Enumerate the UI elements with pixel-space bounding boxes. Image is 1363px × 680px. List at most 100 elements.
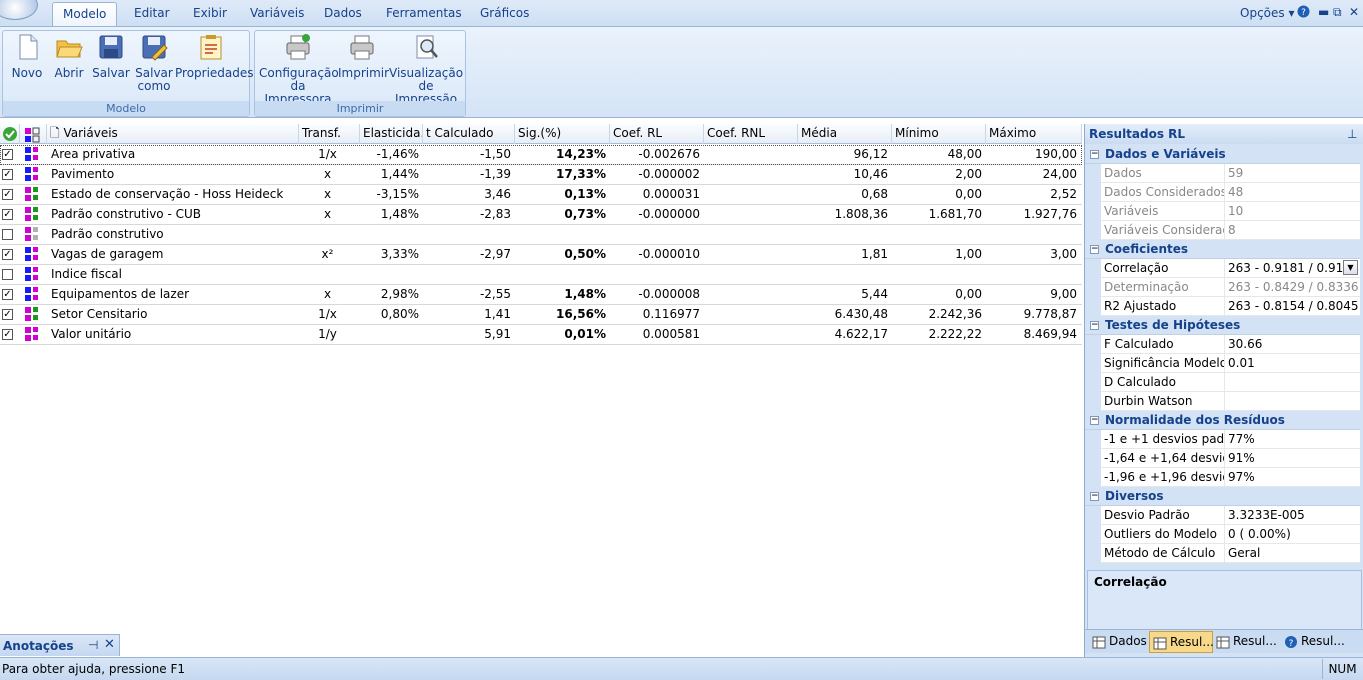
collapse-icon[interactable]: − bbox=[1090, 245, 1099, 254]
cell-min: 2.242,36 bbox=[928, 307, 982, 321]
properties-button[interactable]: Propriedades bbox=[175, 33, 254, 80]
results-tab-0[interactable]: Dados bbox=[1089, 631, 1149, 653]
property-row[interactable]: R2 Ajustado 263 - 0.8154 / 0.8045 bbox=[1101, 297, 1360, 316]
row-checkbox[interactable] bbox=[2, 269, 13, 280]
menu-tab-2[interactable]: Exibir bbox=[183, 2, 237, 26]
pin-icon[interactable]: ⊣ bbox=[88, 638, 98, 652]
print-button[interactable]: Imprimir bbox=[338, 33, 389, 80]
save-button[interactable]: Salvar bbox=[91, 33, 131, 80]
header-maximo[interactable]: Máximo bbox=[986, 124, 1082, 144]
property-row[interactable]: Durbin Watson bbox=[1101, 392, 1360, 411]
pin-icon[interactable]: ⊥ bbox=[1347, 124, 1357, 144]
property-row[interactable]: Determinação 263 - 0.8429 / 0.8336 bbox=[1101, 278, 1360, 297]
collapse-icon[interactable]: − bbox=[1090, 416, 1099, 425]
header-sig[interactable]: Sig.(%) bbox=[515, 124, 610, 144]
row-checkbox[interactable]: ✓ bbox=[2, 249, 13, 260]
results-icon bbox=[1216, 635, 1230, 649]
results-section-header[interactable]: − Diversos bbox=[1085, 487, 1360, 506]
dropdown-arrow-icon[interactable]: ▼ bbox=[1343, 260, 1358, 275]
results-section-header[interactable]: − Coeficientes bbox=[1085, 240, 1360, 259]
menu-tab-1[interactable]: Editar bbox=[124, 2, 180, 26]
header-transf[interactable]: Transf. bbox=[299, 124, 360, 144]
printer-setup-button[interactable]: Configuração da Impressora bbox=[259, 33, 339, 106]
results-tab-2[interactable]: Resul... bbox=[1213, 631, 1281, 653]
table-row[interactable]: ✓ Area privativa 1/x -1,46% -1,50 14,23% -0.00… bbox=[0, 145, 1082, 165]
menu-tab-4[interactable]: Dados bbox=[314, 2, 372, 26]
header-minimo[interactable]: Mínimo bbox=[892, 124, 986, 144]
cell-media bbox=[798, 225, 888, 244]
menu-tab-0[interactable]: Modelo bbox=[52, 2, 118, 26]
restore-icon[interactable]: ⧉ bbox=[1333, 5, 1342, 20]
row-checkbox[interactable]: ✓ bbox=[2, 149, 13, 160]
menu-tab-6[interactable]: Gráficos bbox=[470, 2, 539, 26]
collapse-icon[interactable]: − bbox=[1090, 321, 1099, 330]
property-row[interactable]: Dados Considerados 48 bbox=[1101, 183, 1360, 202]
results-section-header[interactable]: − Dados e Variáveis bbox=[1085, 145, 1360, 164]
table-row[interactable]: Padrão construtivo bbox=[0, 225, 1082, 245]
property-row[interactable]: F Calculado 30.66 bbox=[1101, 335, 1360, 354]
results-tab-3[interactable]: ? Resul... bbox=[1281, 631, 1351, 653]
cell-sig: 0,01% bbox=[564, 327, 606, 341]
header-coef-rnl[interactable]: Coef. RNL bbox=[704, 124, 798, 144]
row-checkbox[interactable]: ✓ bbox=[2, 209, 13, 220]
new-button[interactable]: Novo bbox=[9, 33, 45, 80]
results-section-header[interactable]: − Normalidade dos Resíduos bbox=[1085, 411, 1360, 430]
property-row[interactable]: Outliers do Modelo 0 ( 0.00%) bbox=[1101, 525, 1360, 544]
minimize-icon[interactable]: ▬ bbox=[1318, 5, 1329, 19]
cell-tcalc: 3,46 bbox=[484, 187, 511, 201]
save-as-button[interactable]: Salvar como bbox=[134, 33, 174, 93]
header-variaveis[interactable]: 🗋 Variáveis bbox=[47, 124, 299, 144]
header-t-calculado[interactable]: t Calculado bbox=[423, 124, 515, 144]
table-row[interactable]: ✓ Equipamentos de lazer x 2,98% -2,55 1,48% -0… bbox=[0, 285, 1082, 305]
close-icon[interactable]: ✕ bbox=[104, 637, 115, 652]
table-row[interactable]: ✓ Pavimento x 1,44% -1,39 17,33% -0.000002 10,4… bbox=[0, 165, 1082, 185]
annotations-panel-tab[interactable]: Anotações ⊣ ✕ bbox=[0, 634, 120, 656]
header-media[interactable]: Média bbox=[798, 124, 892, 144]
property-row[interactable]: Dados 59 bbox=[1101, 164, 1360, 183]
results-tab-1[interactable]: Resul... bbox=[1149, 631, 1214, 653]
property-row[interactable]: D Calculado bbox=[1101, 373, 1360, 392]
table-row[interactable]: ✓ Padrão construtivo - CUB x 1,48% -2,83 0,73… bbox=[0, 205, 1082, 225]
table-row[interactable]: ✓ Vagas de garagem x² 3,33% -2,97 0,50% -0.000… bbox=[0, 245, 1082, 265]
results-section-header[interactable]: − Testes de Hipóteses bbox=[1085, 316, 1360, 335]
property-row[interactable]: Variáveis 10 bbox=[1101, 202, 1360, 221]
menu-bar: Modelo Editar Exibir Variáveis Dados Ferramen… bbox=[0, 0, 1363, 26]
print-preview-button[interactable]: Visualização de Impressão bbox=[389, 33, 463, 106]
property-row[interactable]: -1,64 e +1,64 desvios p91% bbox=[1101, 449, 1360, 468]
collapse-icon[interactable]: − bbox=[1090, 492, 1099, 501]
table-row[interactable]: ✓ Estado de conservação - Hoss Heideck x -3… bbox=[0, 185, 1082, 205]
row-checkbox[interactable]: ✓ bbox=[2, 309, 13, 320]
table-row[interactable]: Indice fiscal bbox=[0, 265, 1082, 285]
cell-max: 2,52 bbox=[1050, 187, 1077, 201]
property-value: 10 bbox=[1228, 204, 1244, 218]
property-row[interactable]: -1,96 e +1,96 desvios p97% bbox=[1101, 468, 1360, 487]
property-row[interactable]: Correlação 263 - 0.9181 / 0.9130 ▼ bbox=[1101, 259, 1360, 278]
menu-tab-5[interactable]: Ferramentas bbox=[376, 2, 472, 26]
header-elasticidade[interactable]: Elasticida... bbox=[360, 124, 423, 144]
row-checkbox[interactable] bbox=[2, 229, 13, 240]
property-row[interactable]: Variáveis Consideradas8 bbox=[1101, 221, 1360, 240]
property-row[interactable]: Desvio Padrão 3.3233E-005 bbox=[1101, 506, 1360, 525]
row-checkbox[interactable]: ✓ bbox=[2, 189, 13, 200]
table-row[interactable]: ✓ Setor Censitario 1/x 0,80% 1,41 16,56% 0.116… bbox=[0, 305, 1082, 325]
help-icon[interactable]: ? bbox=[1297, 5, 1310, 21]
options-menu[interactable]: Opções ▾ bbox=[1240, 6, 1294, 20]
header-coef-rl[interactable]: Coef. RL bbox=[610, 124, 704, 144]
save-as-icon bbox=[140, 33, 168, 61]
check-all-icon[interactable] bbox=[0, 124, 20, 144]
property-row[interactable]: Método de Cálculo Geral bbox=[1101, 544, 1360, 563]
app-menu-button[interactable] bbox=[0, 0, 38, 20]
open-button[interactable]: Abrir bbox=[51, 33, 87, 80]
property-row[interactable]: -1 e +1 desvios padrõe77% bbox=[1101, 430, 1360, 449]
cell-transf: x bbox=[323, 167, 332, 181]
menu-tab-3[interactable]: Variáveis bbox=[240, 2, 314, 26]
property-row[interactable]: Significância Modelo 0.01 bbox=[1101, 354, 1360, 373]
row-checkbox[interactable]: ✓ bbox=[2, 329, 13, 340]
row-checkbox[interactable]: ✓ bbox=[2, 289, 13, 300]
variable-type-header-icon[interactable] bbox=[20, 124, 47, 144]
cell-max bbox=[986, 225, 1077, 244]
table-row[interactable]: ✓ Valor unitário 1/y 5,91 0,01% 0.000581 4.622… bbox=[0, 325, 1082, 345]
close-icon[interactable]: ✕ bbox=[1349, 5, 1359, 19]
collapse-icon[interactable]: − bbox=[1090, 150, 1099, 159]
row-checkbox[interactable]: ✓ bbox=[2, 169, 13, 180]
